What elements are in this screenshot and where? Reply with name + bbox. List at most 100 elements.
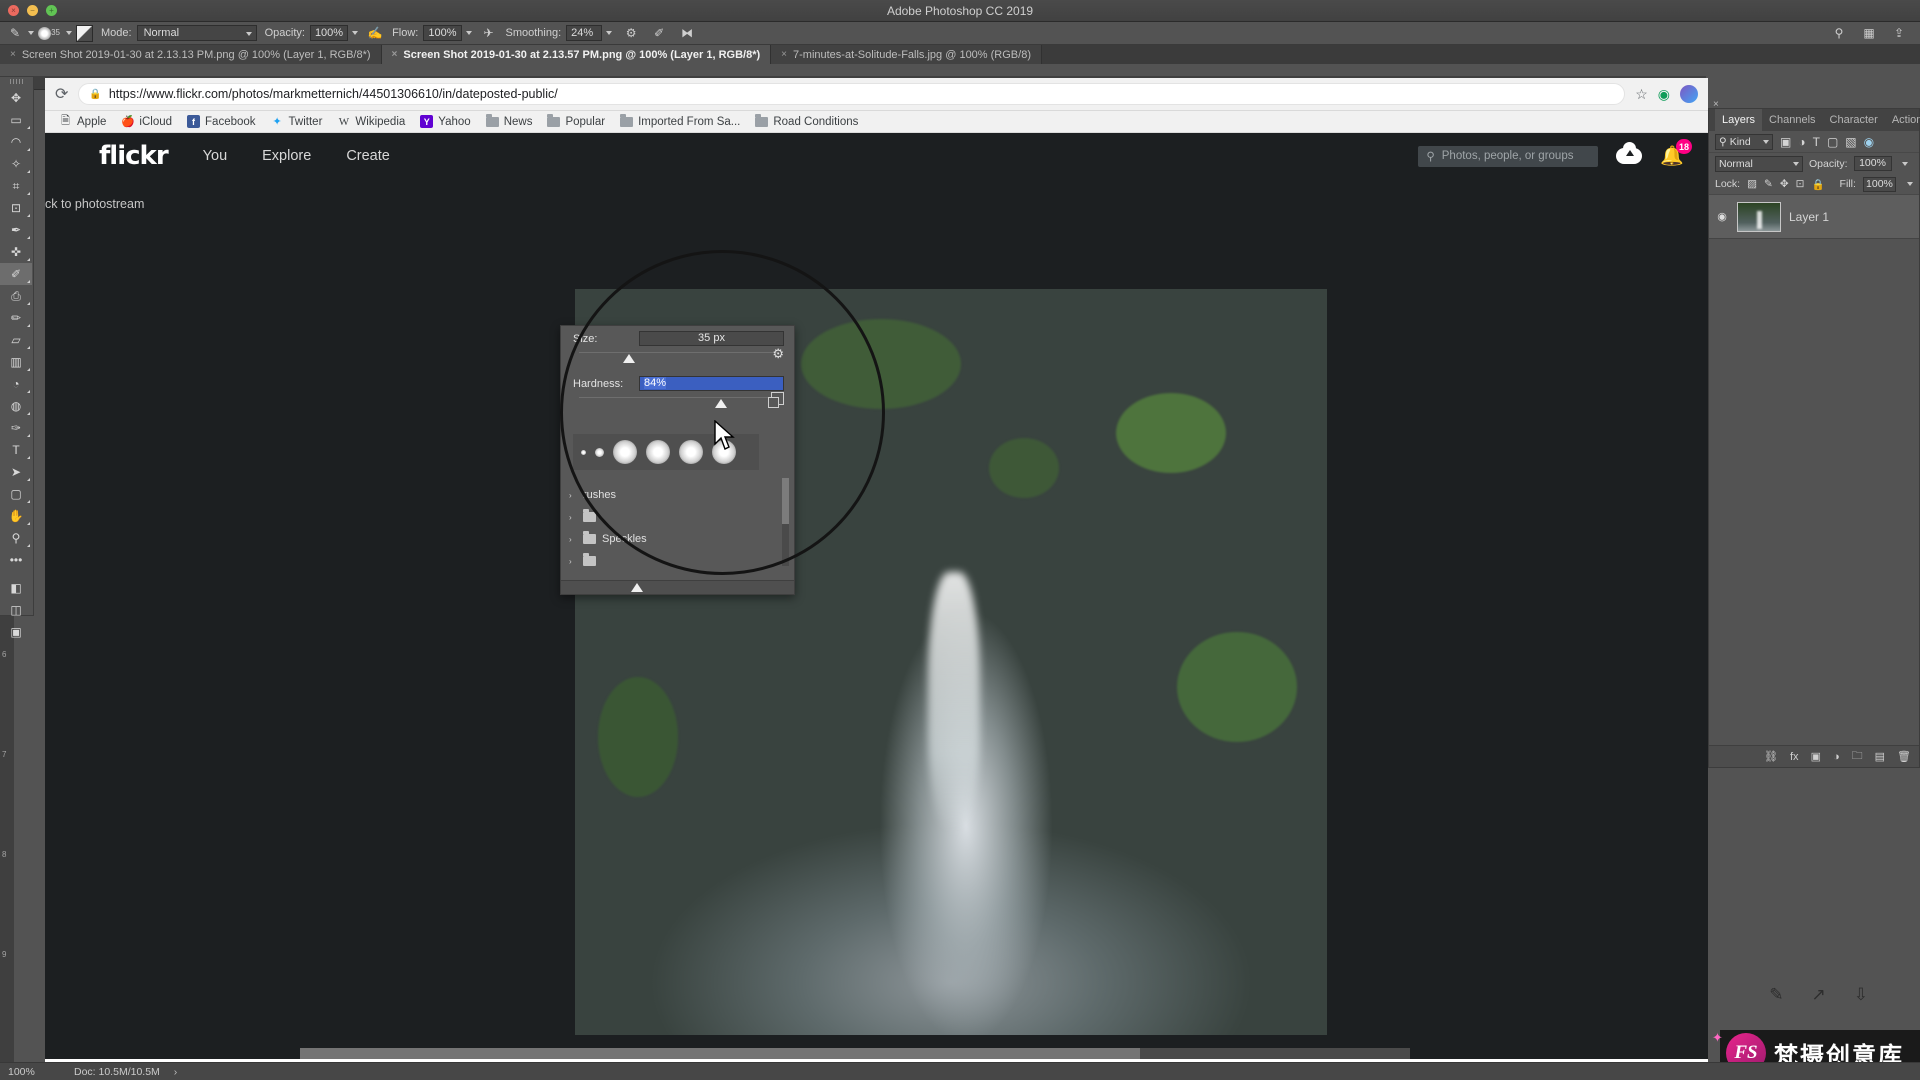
tool-marquee[interactable]: ▭ [0,109,32,131]
layer-list-item[interactable]: ◉ Layer 1 [1709,195,1919,239]
profile-avatar-icon[interactable] [1680,85,1698,103]
address-bar[interactable]: 🔒 https://www.flickr.com/photos/markmett… [78,83,1626,105]
filter-pixel-icon[interactable]: ▣ [1780,135,1791,149]
tool-zoom[interactable]: ⚲ [0,527,32,549]
tool-hand[interactable]: ✋ [0,505,32,527]
close-icon[interactable]: × [10,49,16,60]
lock-position-icon[interactable]: ✥ [1780,178,1789,190]
bookmark-twitter[interactable]: ✦ Twitter [265,113,329,130]
lock-image-pixels-icon[interactable]: ✎ [1764,178,1773,190]
lock-transparent-pixels-icon[interactable]: ▨ [1747,178,1757,190]
bookmark-apple[interactable]: 🗎 Apple [53,113,112,130]
bookmark-yahoo[interactable]: Y Yahoo [414,113,476,130]
layer-filter-kind-dropdown[interactable]: ⚲ Kind [1715,133,1773,150]
chevron-down-icon[interactable] [1901,161,1908,166]
bookmark-imported[interactable]: Imported From Sa... [614,113,746,130]
brush-preset-picker-popup[interactable]: Size: 35 px Hardness: 84% ⚙ › rushes › › [560,325,795,595]
download-icon[interactable]: ⇩ [1854,985,1868,1005]
brush-hardness-slider[interactable] [579,397,778,411]
brush-tool-indicator[interactable]: ✎ [6,22,34,45]
tool-lasso[interactable]: ◠ [0,131,32,153]
tool-move[interactable]: ✥ [0,87,32,109]
brush-settings-gear-icon[interactable]: ⚙ [622,24,640,42]
brush-tip[interactable] [581,449,586,455]
tool-history-brush[interactable]: ✏ [0,307,32,329]
adjustment-layer-icon[interactable]: ◑ [1833,751,1840,763]
chevron-right-icon[interactable]: › [569,513,577,522]
close-icon[interactable]: × [781,49,787,60]
flickr-logo[interactable]: flickr [99,141,169,171]
slider-thumb[interactable] [623,354,635,363]
chevron-right-icon[interactable]: › [569,535,577,544]
brush-list-scrollbar[interactable] [782,478,789,566]
lock-all-icon[interactable]: 🔒 [1811,178,1824,191]
edit-icon[interactable]: ✎ [1769,985,1783,1005]
brush-folder-item[interactable]: › [569,506,759,528]
tool-spot-healing[interactable]: ✜ [0,241,32,263]
notifications-button[interactable]: 🔔 18 [1660,139,1692,168]
airbrush-icon[interactable]: ✈ [480,24,498,42]
lock-artboard-icon[interactable]: ⊡ [1796,178,1805,190]
chevron-down-icon[interactable] [1907,182,1913,186]
slider-thumb[interactable] [715,399,727,408]
flickr-nav-create[interactable]: Create [346,148,390,164]
bookmark-news[interactable]: News [480,113,539,130]
opacity-input[interactable]: 100% [309,25,349,41]
screen-mode-toggle[interactable]: ▣ [0,621,32,643]
layer-fill-input[interactable]: 100% [1862,176,1896,192]
chevron-right-icon[interactable]: › [569,557,577,566]
tool-quick-selection[interactable]: ✧ [0,153,32,175]
tab-character[interactable]: Character [1823,109,1885,131]
tool-eyedropper[interactable]: ✒ [0,219,32,241]
canvas-horizontal-scrollbar[interactable] [300,1048,1410,1059]
brush-folder-item[interactable]: › [569,550,759,572]
tool-brush[interactable]: ✐ [0,263,32,285]
tool-more[interactable]: ••• [0,549,32,571]
brush-tip[interactable] [646,440,670,464]
brush-tip[interactable] [613,440,637,464]
flickr-search-box[interactable]: ⚲ Photos, people, or groups [1418,145,1599,167]
chevron-down-icon[interactable] [28,31,34,35]
brush-preset-picker[interactable]: 35 [38,22,60,44]
foreground-background-color[interactable]: ◧ [0,577,32,599]
flickr-nav-you[interactable]: You [203,148,227,164]
filter-toggle-icon[interactable]: ◉ [1864,135,1874,149]
brush-preset-chevron-icon[interactable] [66,31,72,35]
brush-tip[interactable] [679,440,703,464]
tool-rectangle[interactable]: ▢ [0,483,32,505]
search-icon[interactable]: ⚲ [1830,24,1848,42]
pressure-size-icon[interactable]: ✐ [650,24,668,42]
upload-button[interactable] [1616,142,1643,164]
brush-tip[interactable] [595,447,604,457]
share-icon[interactable]: ↗ [1812,985,1826,1005]
add-mask-icon[interactable]: ▣ [1811,750,1821,763]
tool-gradient[interactable]: ▥ [0,351,32,373]
flow-input[interactable]: 100% [423,25,462,41]
new-brush-preset-icon[interactable] [768,392,784,408]
pressure-opacity-icon[interactable]: ✍ [366,24,384,42]
filter-shape-icon[interactable]: ▢ [1827,135,1838,149]
tool-blur[interactable]: ◔ [0,373,32,395]
tab-actions[interactable]: Actions [1885,109,1920,131]
bookmark-facebook[interactable]: f Facebook [181,113,262,130]
brush-settings-panel-icon[interactable] [76,24,93,42]
tab-channels[interactable]: Channels [1762,109,1822,131]
chevron-right-icon[interactable]: › [569,491,577,500]
panel-drag-handle[interactable] [10,79,24,84]
brush-size-slider[interactable] [579,352,778,366]
quick-mask-toggle[interactable]: ◫ [0,599,32,621]
reload-icon[interactable]: ⟳ [55,84,68,104]
new-group-icon[interactable]: 🗀 [1852,747,1863,766]
brush-hardness-input[interactable]: 84% [639,376,784,391]
bookmark-icloud[interactable]: 🍎 iCloud [115,113,178,130]
blend-mode-dropdown[interactable]: Normal [136,25,257,41]
brush-folder-item[interactable]: › rushes [569,484,759,506]
close-icon[interactable]: × [1713,99,1719,110]
document-tab-active[interactable]: × Screen Shot 2019-01-30 at 2.13.57 PM.p… [381,45,772,64]
tool-dodge[interactable]: ◍ [0,395,32,417]
share-icon[interactable]: ⇪ [1890,24,1908,42]
filter-adjustment-icon[interactable]: ◑ [1798,135,1805,149]
tool-pen[interactable]: ✑ [0,417,32,439]
brush-size-input[interactable]: 35 px [639,331,784,346]
bookmark-star-icon[interactable]: ☆ [1635,86,1648,103]
